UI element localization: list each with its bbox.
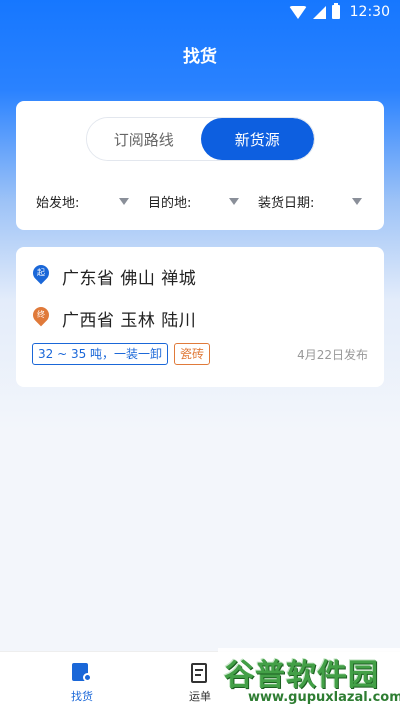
chevron-down-icon[interactable] [229, 198, 239, 205]
watermark-url: www.gupuxlazal.com [248, 690, 400, 705]
find-goods-icon [71, 662, 93, 684]
destination-filter[interactable]: 目的地: [148, 189, 191, 213]
origin-pin-icon: 起 [29, 261, 53, 287]
status-bar: 12:30 [0, 0, 400, 26]
signal-icon [312, 5, 326, 19]
weight-tag: 32 ~ 35 吨，一装一卸 [32, 343, 169, 365]
origin-filter-label: 始发地: [36, 195, 80, 211]
segment-control: 订阅路线 新货源 [86, 117, 315, 161]
publish-date: 4月22日发布 [297, 348, 368, 362]
load-date-filter[interactable]: 装货日期: [258, 189, 314, 213]
nav-find-goods[interactable]: 找货 [52, 662, 112, 704]
load-date-filter-label: 装货日期: [258, 195, 315, 211]
watermark-brand: 谷普软件园 [224, 658, 379, 693]
waybill-icon [189, 662, 211, 684]
status-time: 12:30 [349, 4, 390, 20]
origin-text: 广东省 佛山 禅城 [62, 268, 197, 289]
destination-filter-label: 目的地: [148, 195, 192, 211]
tab-new-cargo[interactable]: 新货源 [200, 118, 314, 160]
goods-type-tag: 瓷砖 [174, 343, 211, 365]
destination-pin-icon: 终 [29, 303, 53, 329]
nav-find-goods-label: 找货 [71, 690, 93, 703]
chevron-down-icon[interactable] [119, 198, 129, 205]
tab-subscribe-route[interactable]: 订阅路线 [87, 118, 201, 160]
origin-filter[interactable]: 始发地: [36, 189, 79, 213]
watermark-logo: 谷普软件园 www.gupuxlazal.com [218, 648, 400, 711]
origin-row: 起 广东省 佛山 禅城 [29, 261, 197, 289]
destination-row: 终 广西省 玉林 陆川 [29, 303, 197, 331]
wifi-icon [288, 5, 307, 19]
chevron-down-icon[interactable] [352, 198, 362, 205]
battery-icon [331, 3, 340, 19]
page-title: 找货 [183, 47, 217, 67]
cargo-card[interactable]: 起 广东省 佛山 禅城 终 广西省 玉林 陆川 32 ~ 35 吨，一装一卸 瓷… [16, 247, 384, 387]
destination-text: 广西省 玉林 陆川 [62, 310, 197, 331]
filter-card: 订阅路线 新货源 始发地: 目的地: 装货日期: [16, 101, 384, 230]
